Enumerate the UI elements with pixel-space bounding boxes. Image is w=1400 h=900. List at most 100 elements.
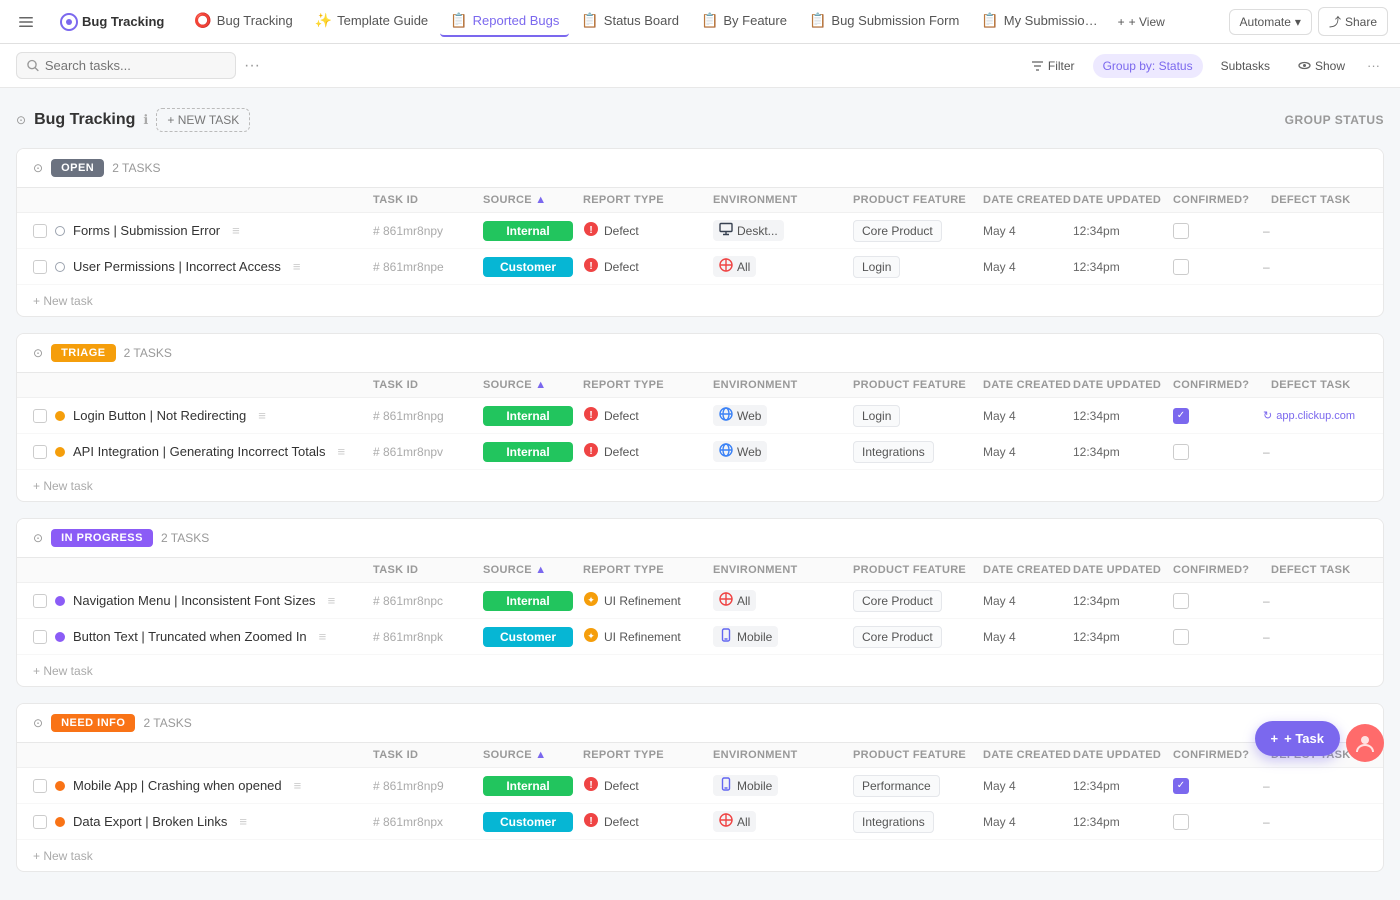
task-name[interactable]: Mobile App | Crashing when opened: [73, 778, 282, 793]
nav-tabs: ⭕ Bug Tracking ✨ Template Guide 📋 Report…: [184, 6, 1224, 37]
task-name[interactable]: Login Button | Not Redirecting: [73, 408, 246, 423]
date-created-cell: May 4: [983, 409, 1073, 423]
confirmed-checkbox[interactable]: [1173, 444, 1189, 460]
confirmed-checkbox[interactable]: ✓: [1173, 778, 1189, 794]
task-select-checkbox[interactable]: [33, 779, 47, 793]
add-new-task-button[interactable]: + New task: [33, 294, 93, 308]
groups-container: ⊙ OPEN 2 TASKS TASK ID SOURCE ▲ REPORT T…: [16, 148, 1384, 872]
task-name-cell: Data Export | Broken Links ≡: [33, 814, 373, 829]
task-select-checkbox[interactable]: [33, 630, 47, 644]
group-collapse-in-progress[interactable]: ⊙: [33, 531, 43, 545]
confirmed-checkbox[interactable]: ✓: [1173, 408, 1189, 424]
group-collapse-triage[interactable]: ⊙: [33, 346, 43, 360]
defect-task-cell: –: [1263, 224, 1367, 238]
task-menu-icon[interactable]: ≡: [232, 223, 240, 238]
task-menu-icon[interactable]: ≡: [294, 778, 302, 793]
task-name[interactable]: Button Text | Truncated when Zoomed In: [73, 629, 307, 644]
tab-my-submission[interactable]: 📋 My Submissio…: [971, 6, 1107, 37]
task-select-checkbox[interactable]: [33, 815, 47, 829]
col-environment: ENVIRONMENT: [713, 194, 853, 206]
add-view-button[interactable]: + + View: [1110, 8, 1173, 36]
col-task-id: TASK ID: [373, 379, 483, 391]
task-menu-icon[interactable]: ≡: [328, 593, 336, 608]
tab-status-board[interactable]: 📋 Status Board: [571, 6, 689, 37]
group-section-open: ⊙ OPEN 2 TASKS TASK ID SOURCE ▲ REPORT T…: [16, 148, 1384, 317]
defect-task-cell: ↻app.clickup.com: [1263, 409, 1367, 422]
show-button[interactable]: Show: [1288, 54, 1355, 78]
report-type-cell: ! Defect: [583, 406, 713, 425]
task-name[interactable]: Forms | Submission Error: [73, 223, 220, 238]
col-product-feature: PRODUCT FEATURE: [853, 194, 983, 206]
feature-badge: Core Product: [853, 220, 942, 242]
col-headers-triage: TASK ID SOURCE ▲ REPORT TYPE ENVIRONMENT…: [17, 373, 1383, 398]
col-date-created: DATE CREATED: [983, 379, 1073, 391]
product-feature-cell: Login: [853, 259, 983, 274]
col-headers-need-info: TASK ID SOURCE ▲ REPORT TYPE ENVIRONMENT…: [17, 743, 1383, 768]
group-status-label: Group Status: [1285, 113, 1384, 127]
filter-button[interactable]: Filter: [1021, 54, 1085, 78]
env-label: Web: [737, 445, 761, 459]
task-name[interactable]: API Integration | Generating Incorrect T…: [73, 444, 325, 459]
share-button[interactable]: ⤴ Share: [1318, 7, 1388, 36]
group-by-button[interactable]: Group by: Status: [1093, 54, 1203, 78]
user-avatar[interactable]: [1346, 724, 1384, 762]
add-new-task-button[interactable]: + New task: [33, 479, 93, 493]
task-select-checkbox[interactable]: [33, 260, 47, 274]
search-input[interactable]: [45, 58, 225, 73]
col-confirmed: CONFIRMED?: [1173, 379, 1263, 391]
add-task-fab[interactable]: + + Task: [1255, 721, 1340, 756]
tab-reported-bugs[interactable]: 📋 Reported Bugs: [440, 6, 569, 37]
search-wrap[interactable]: [16, 52, 236, 79]
tab-template-guide[interactable]: ✨ Template Guide: [305, 6, 439, 37]
report-type-cell: ✦ UI Refinement: [583, 627, 713, 646]
task-status-dot: [55, 262, 65, 272]
date-created-cell: May 4: [983, 630, 1073, 644]
more-options-button[interactable]: ···: [1363, 54, 1384, 77]
group-collapse-open[interactable]: ⊙: [33, 161, 43, 175]
group-collapse-need-info[interactable]: ⊙: [33, 716, 43, 730]
confirmed-checkbox[interactable]: [1173, 814, 1189, 830]
svg-text:!: !: [589, 410, 592, 421]
col-defect-task: DEFECT TASK: [1263, 194, 1367, 206]
add-new-task-button[interactable]: + New task: [33, 849, 93, 863]
info-icon[interactable]: ℹ: [143, 112, 148, 128]
date-updated-cell: 12:34pm: [1073, 445, 1173, 459]
confirmed-checkbox[interactable]: [1173, 259, 1189, 275]
sidebar-toggle[interactable]: [12, 8, 40, 36]
tab-bug-tracking[interactable]: ⭕ Bug Tracking: [184, 6, 302, 37]
tab-bug-submission[interactable]: 📋 Bug Submission Form: [799, 6, 969, 37]
task-select-checkbox[interactable]: [33, 224, 47, 238]
task-select-checkbox[interactable]: [33, 409, 47, 423]
subtasks-button[interactable]: Subtasks: [1211, 54, 1280, 78]
task-name[interactable]: Data Export | Broken Links: [73, 814, 227, 829]
tab-by-feature[interactable]: 📋 By Feature: [691, 6, 797, 37]
task-menu-icon[interactable]: ≡: [337, 444, 345, 459]
search-more-button[interactable]: ···: [244, 57, 260, 75]
task-menu-icon[interactable]: ≡: [258, 408, 266, 423]
page-collapse-icon[interactable]: ⊙: [16, 113, 26, 127]
new-task-button[interactable]: + NEW TASK: [156, 108, 250, 132]
defect-task-cell: –: [1263, 630, 1367, 644]
task-name[interactable]: User Permissions | Incorrect Access: [73, 259, 281, 274]
task-menu-icon[interactable]: ≡: [293, 259, 301, 274]
col-confirmed: CONFIRMED?: [1173, 194, 1263, 206]
confirmed-checkbox[interactable]: [1173, 629, 1189, 645]
add-new-task-button[interactable]: + New task: [33, 664, 93, 678]
environment-badge: All: [713, 256, 756, 277]
report-type-label: UI Refinement: [604, 630, 681, 644]
confirmed-checkbox[interactable]: [1173, 593, 1189, 609]
feature-badge: Integrations: [853, 441, 934, 463]
task-select-checkbox[interactable]: [33, 445, 47, 459]
confirmed-cell: [1173, 223, 1263, 239]
task-menu-icon[interactable]: ≡: [319, 629, 327, 644]
confirmed-checkbox[interactable]: [1173, 223, 1189, 239]
environment-badge: Mobile: [713, 775, 778, 796]
report-type-label: Defect: [604, 409, 639, 423]
svg-text:!: !: [589, 816, 592, 827]
task-menu-icon[interactable]: ≡: [239, 814, 247, 829]
automate-button[interactable]: Automate ▾: [1229, 9, 1312, 35]
product-feature-cell: Performance: [853, 778, 983, 793]
task-name[interactable]: Navigation Menu | Inconsistent Font Size…: [73, 593, 316, 608]
group-header-in-progress: ⊙ IN PROGRESS 2 TASKS: [17, 519, 1383, 558]
task-select-checkbox[interactable]: [33, 594, 47, 608]
